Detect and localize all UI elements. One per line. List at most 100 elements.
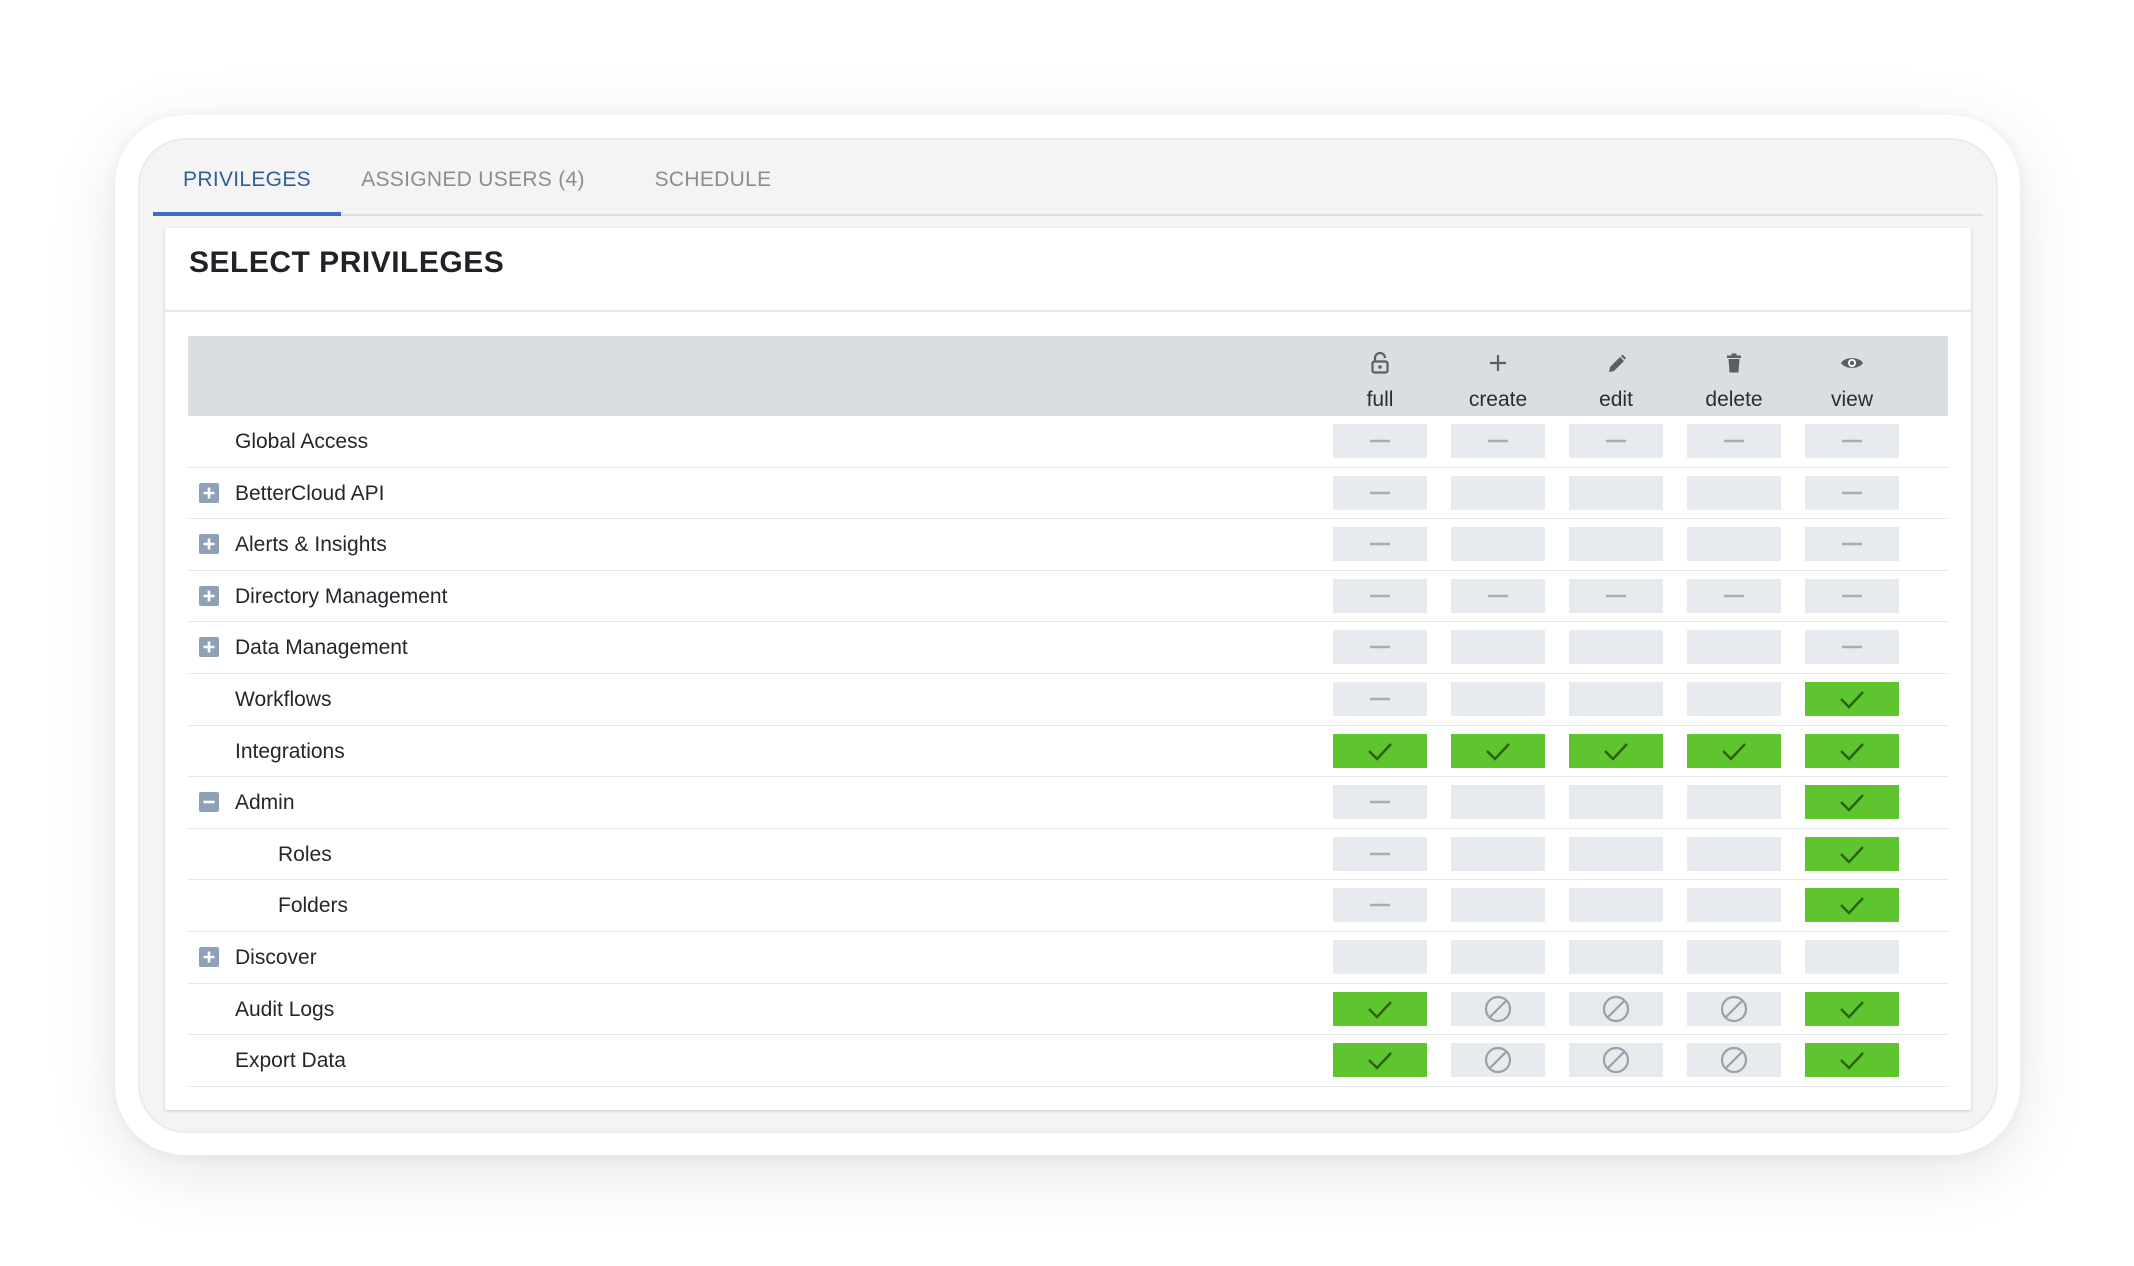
panel-title: SELECT PRIVILEGES xyxy=(189,246,505,279)
expand-icon[interactable] xyxy=(199,585,219,606)
privilege-cell-create[interactable] xyxy=(1451,630,1545,665)
privilege-row-integrations: Integrations xyxy=(188,726,1948,778)
privilege-cell-delete[interactable] xyxy=(1687,630,1781,665)
privilege-cell-edit[interactable] xyxy=(1569,424,1663,458)
privilege-cell-full[interactable] xyxy=(1333,527,1427,562)
privilege-cell-create[interactable] xyxy=(1451,836,1545,871)
privilege-cell-view[interactable] xyxy=(1805,888,1899,923)
privilege-cell-edit[interactable] xyxy=(1569,939,1663,974)
privilege-cell-delete[interactable] xyxy=(1687,578,1781,613)
privilege-cell-full[interactable] xyxy=(1333,578,1427,613)
dash-icon xyxy=(1724,439,1744,443)
privilege-cell-view[interactable] xyxy=(1805,836,1899,871)
check-icon xyxy=(1604,742,1628,761)
expand-icon[interactable] xyxy=(199,534,219,555)
privilege-row-audit-logs: Audit Logs xyxy=(188,984,1948,1036)
privilege-cell-view[interactable] xyxy=(1805,527,1899,562)
privilege-cell-full[interactable] xyxy=(1333,630,1427,665)
dash-icon xyxy=(1370,594,1390,597)
privilege-cell-edit[interactable] xyxy=(1569,888,1663,923)
privilege-label: Directory Management xyxy=(235,584,448,608)
privilege-cell-edit[interactable] xyxy=(1569,475,1663,510)
privilege-cell-delete[interactable] xyxy=(1687,785,1781,820)
privilege-cell-create[interactable] xyxy=(1451,424,1545,458)
privilege-cell-full[interactable] xyxy=(1333,1043,1427,1078)
check-icon xyxy=(1486,742,1510,761)
dash-icon xyxy=(1488,439,1508,443)
expand-icon[interactable] xyxy=(199,482,219,503)
privilege-cell-full[interactable] xyxy=(1333,785,1427,820)
privilege-cell-edit[interactable] xyxy=(1569,527,1663,562)
pencil-icon xyxy=(1606,352,1626,374)
expand-icon[interactable] xyxy=(199,637,219,658)
privilege-cell-view[interactable] xyxy=(1805,733,1899,768)
privilege-label: Admin xyxy=(235,791,295,815)
privilege-cell-full[interactable] xyxy=(1333,888,1427,923)
privilege-cell-create[interactable] xyxy=(1451,785,1545,820)
privilege-cell-view[interactable] xyxy=(1805,681,1899,716)
dash-icon xyxy=(1842,439,1862,443)
tab-schedule[interactable]: SCHEDULE xyxy=(638,150,788,216)
blocked-icon xyxy=(1602,995,1630,1022)
column-header-create: create xyxy=(1451,336,1545,416)
privilege-cell-edit[interactable] xyxy=(1569,733,1663,768)
privilege-cell-create[interactable] xyxy=(1451,527,1545,562)
privilege-cell-view[interactable] xyxy=(1805,939,1899,974)
privilege-row-export-data: Export Data xyxy=(188,1035,1948,1087)
privilege-cell-delete[interactable] xyxy=(1687,939,1781,974)
privilege-cell-view[interactable] xyxy=(1805,785,1899,820)
privilege-cell-create[interactable] xyxy=(1451,733,1545,768)
privilege-cell-edit xyxy=(1569,991,1663,1026)
privilege-cell-create[interactable] xyxy=(1451,888,1545,923)
privilege-cell-create[interactable] xyxy=(1451,939,1545,974)
privilege-cell-view[interactable] xyxy=(1805,630,1899,665)
privilege-cell-create[interactable] xyxy=(1451,681,1545,716)
privileges-panel: SELECT PRIVILEGES full create edit delet… xyxy=(165,228,1971,1110)
privilege-cell-edit[interactable] xyxy=(1569,836,1663,871)
privilege-cell-view[interactable] xyxy=(1805,424,1899,458)
privilege-row-bettercloud-api: BetterCloud API xyxy=(188,468,1948,520)
eye-icon xyxy=(1840,352,1864,374)
privilege-cell-view[interactable] xyxy=(1805,1043,1899,1078)
collapse-icon[interactable] xyxy=(199,792,219,813)
check-icon xyxy=(1840,897,1864,916)
privilege-cell-delete[interactable] xyxy=(1687,681,1781,716)
column-label-view: view xyxy=(1830,388,1873,411)
privilege-cell-edit xyxy=(1569,1043,1663,1078)
expand-icon[interactable] xyxy=(199,946,219,967)
privilege-cell-create[interactable] xyxy=(1451,475,1545,510)
privilege-cell-delete[interactable] xyxy=(1687,475,1781,510)
privilege-cell-delete[interactable] xyxy=(1687,424,1781,458)
privilege-cell-edit[interactable] xyxy=(1569,630,1663,665)
check-icon xyxy=(1368,1000,1392,1019)
privilege-cell-full[interactable] xyxy=(1333,424,1427,458)
privilege-cell-view[interactable] xyxy=(1805,991,1899,1026)
privilege-cell-full[interactable] xyxy=(1333,836,1427,871)
privilege-cell-delete[interactable] xyxy=(1687,888,1781,923)
check-icon xyxy=(1368,1052,1392,1070)
privilege-cell-create[interactable] xyxy=(1451,578,1545,613)
check-icon xyxy=(1840,742,1864,761)
privilege-cell-view[interactable] xyxy=(1805,475,1899,510)
privilege-cell-full[interactable] xyxy=(1333,939,1427,974)
dash-icon xyxy=(1842,646,1862,649)
tab-assigned-users[interactable]: ASSIGNED USERS (4) xyxy=(358,150,588,216)
privilege-cell-edit[interactable] xyxy=(1569,681,1663,716)
tab-privileges[interactable]: PRIVILEGES xyxy=(153,150,341,216)
privilege-cell-full[interactable] xyxy=(1333,991,1427,1026)
privilege-cell-delete[interactable] xyxy=(1687,836,1781,871)
privilege-cell-full[interactable] xyxy=(1333,475,1427,510)
column-header-full: full xyxy=(1333,336,1427,416)
privilege-cell-edit[interactable] xyxy=(1569,578,1663,613)
dash-icon xyxy=(1606,594,1626,597)
dash-icon xyxy=(1370,904,1390,907)
privilege-cell-delete[interactable] xyxy=(1687,527,1781,562)
privilege-cell-full[interactable] xyxy=(1333,681,1427,716)
stage: PRIVILEGES ASSIGNED USERS (4) SCHEDULE S… xyxy=(0,0,2134,1266)
privilege-cell-edit[interactable] xyxy=(1569,785,1663,820)
plus-icon xyxy=(1488,352,1508,374)
privilege-cell-full[interactable] xyxy=(1333,733,1427,768)
privilege-cell-delete[interactable] xyxy=(1687,733,1781,768)
privilege-cell-view[interactable] xyxy=(1805,578,1899,613)
dash-icon xyxy=(1842,594,1862,597)
